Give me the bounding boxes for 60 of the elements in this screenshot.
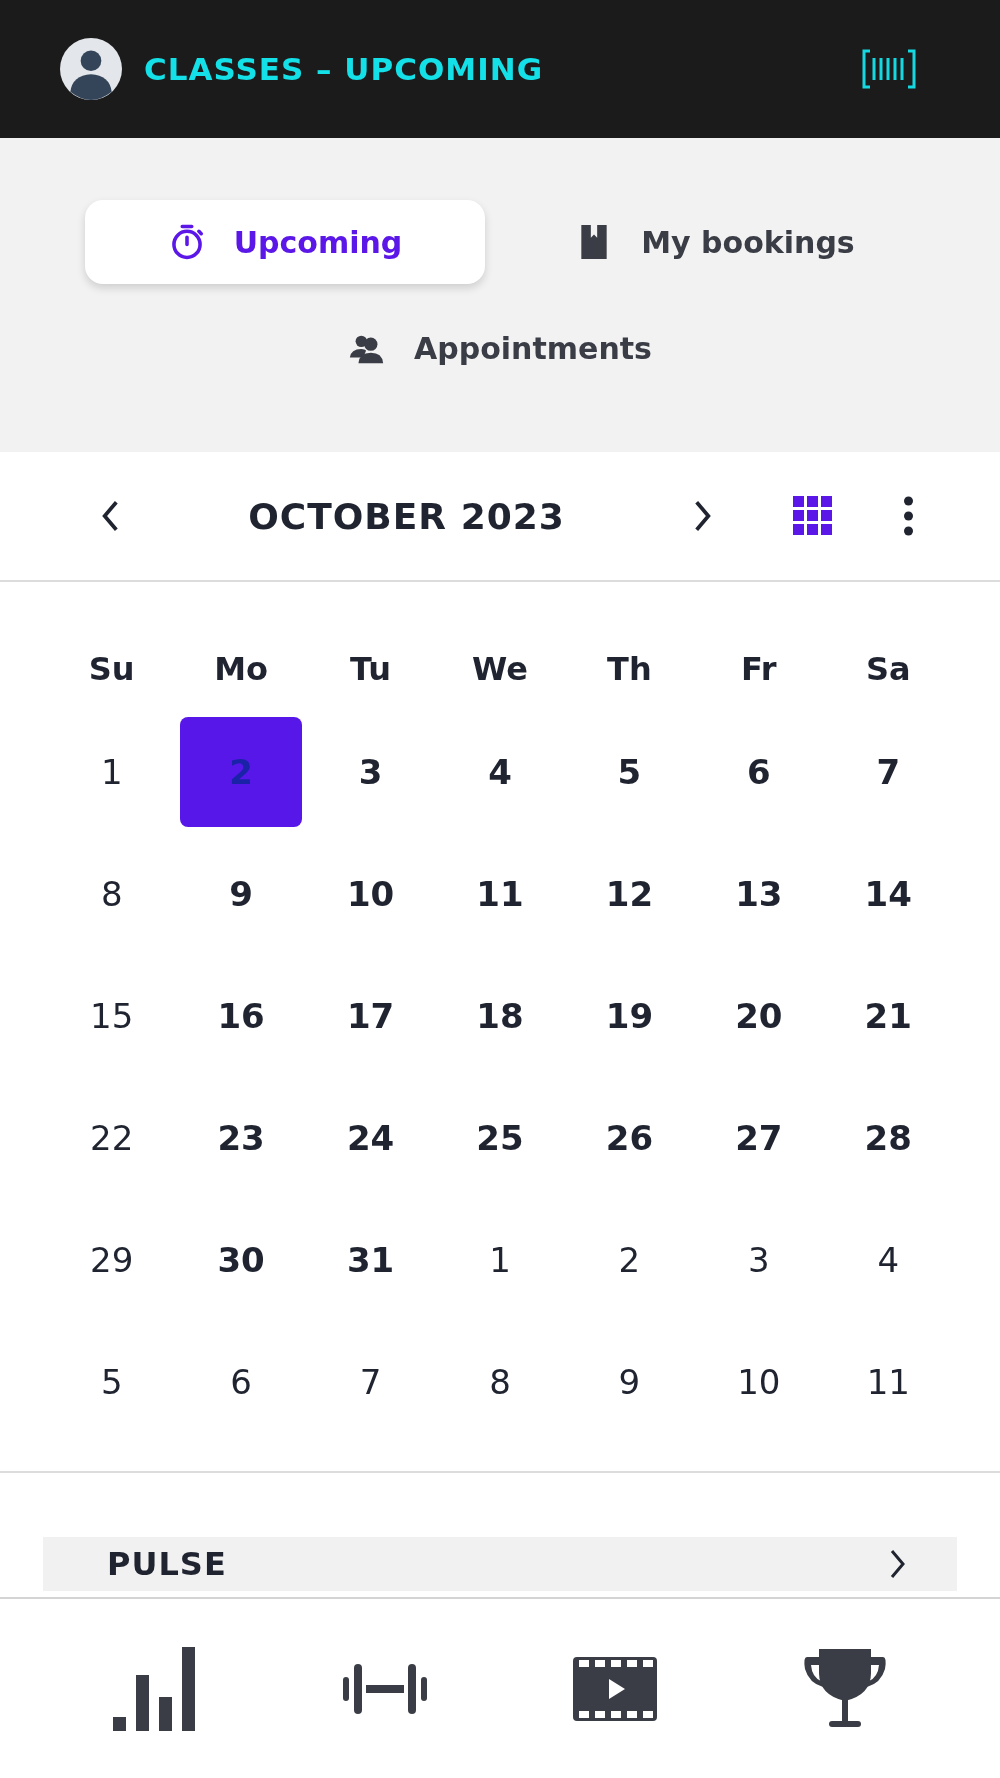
calendar-day[interactable]: 8 — [50, 839, 173, 949]
weekday-label: Tu — [349, 650, 393, 688]
calendar-day[interactable]: 14 — [827, 839, 950, 949]
weekday-label: Fr — [740, 650, 778, 688]
page-title: CLASSES – UPCOMING — [144, 51, 545, 87]
weekday-label: We — [471, 650, 529, 688]
calendar-day[interactable]: 6 — [180, 1327, 303, 1437]
calendar-day[interactable]: 11 — [827, 1327, 950, 1437]
calendar-day[interactable]: 3 — [697, 1205, 820, 1315]
calendar-day[interactable]: 1 — [439, 1205, 561, 1315]
calendar-day[interactable]: 29 — [50, 1205, 173, 1315]
calendar-day[interactable]: 12 — [568, 839, 691, 949]
month-label: OCTOBER 2023 — [247, 495, 566, 537]
calendar-day[interactable]: 7 — [309, 1327, 432, 1437]
barcode-icon[interactable] — [862, 49, 916, 89]
weekday-label: Mo — [213, 650, 270, 688]
calendar-day[interactable]: 13 — [697, 839, 820, 949]
calendar-day[interactable]: 10 — [697, 1327, 820, 1437]
calendar-day[interactable]: 5 — [50, 1327, 173, 1437]
calendar-day[interactable]: 17 — [309, 961, 432, 1071]
calendar-day[interactable]: 25 — [439, 1083, 561, 1193]
calendar-day[interactable]: 6 — [697, 717, 820, 827]
calendar-day[interactable]: 27 — [697, 1083, 820, 1193]
weekday-label: Th — [606, 650, 653, 688]
calendar-day[interactable]: 24 — [309, 1083, 432, 1193]
tab[interactable]: Upcoming — [85, 200, 485, 284]
tab[interactable]: My bookings — [515, 200, 915, 284]
calendar-day[interactable]: 18 — [439, 961, 561, 1071]
calendar-day[interactable]: 28 — [827, 1083, 950, 1193]
calendar-day[interactable]: 10 — [309, 839, 432, 949]
calendar-day[interactable]: 2 — [568, 1205, 691, 1315]
calendar-day[interactable]: 4 — [827, 1205, 950, 1315]
calendar-day[interactable]: 3 — [309, 717, 432, 827]
calendar-day[interactable]: 9 — [568, 1327, 691, 1437]
more-options-icon[interactable] — [903, 496, 914, 536]
calendar-day[interactable]: 11 — [439, 839, 561, 949]
grid-view-icon[interactable] — [793, 496, 833, 536]
calendar-day[interactable]: 4 — [439, 717, 561, 827]
calendar-day[interactable]: 26 — [568, 1083, 691, 1193]
calendar-day[interactable]: 19 — [568, 961, 691, 1071]
calendar-day[interactable]: 16 — [180, 961, 303, 1071]
calendar-day[interactable]: 7 — [827, 717, 950, 827]
calendar-day[interactable]: 1 — [50, 717, 173, 827]
calendar-day[interactable]: 15 — [50, 961, 173, 1071]
weekday-label: Su — [87, 650, 136, 688]
tab[interactable]: Appointments — [300, 306, 700, 390]
calendar-day[interactable]: 9 — [180, 839, 303, 949]
calendar-day[interactable]: 22 — [50, 1083, 173, 1193]
calendar-day[interactable]: 5 — [568, 717, 691, 827]
calendar-day[interactable]: 30 — [180, 1205, 303, 1315]
calendar-day[interactable]: 8 — [439, 1327, 561, 1437]
weekday-label: Sa — [864, 650, 912, 688]
avatar-icon[interactable] — [60, 38, 122, 100]
calendar-day[interactable]: 20 — [697, 961, 820, 1071]
calendar-day[interactable]: 21 — [827, 961, 950, 1071]
class-card[interactable]: PULSE — [43, 1537, 957, 1591]
calendar-day[interactable]: 31 — [309, 1205, 432, 1315]
calendar-day[interactable]: 23 — [180, 1083, 303, 1193]
class-title: PULSE — [107, 1544, 227, 1584]
bar-chart-icon[interactable] — [113, 1646, 197, 1731]
